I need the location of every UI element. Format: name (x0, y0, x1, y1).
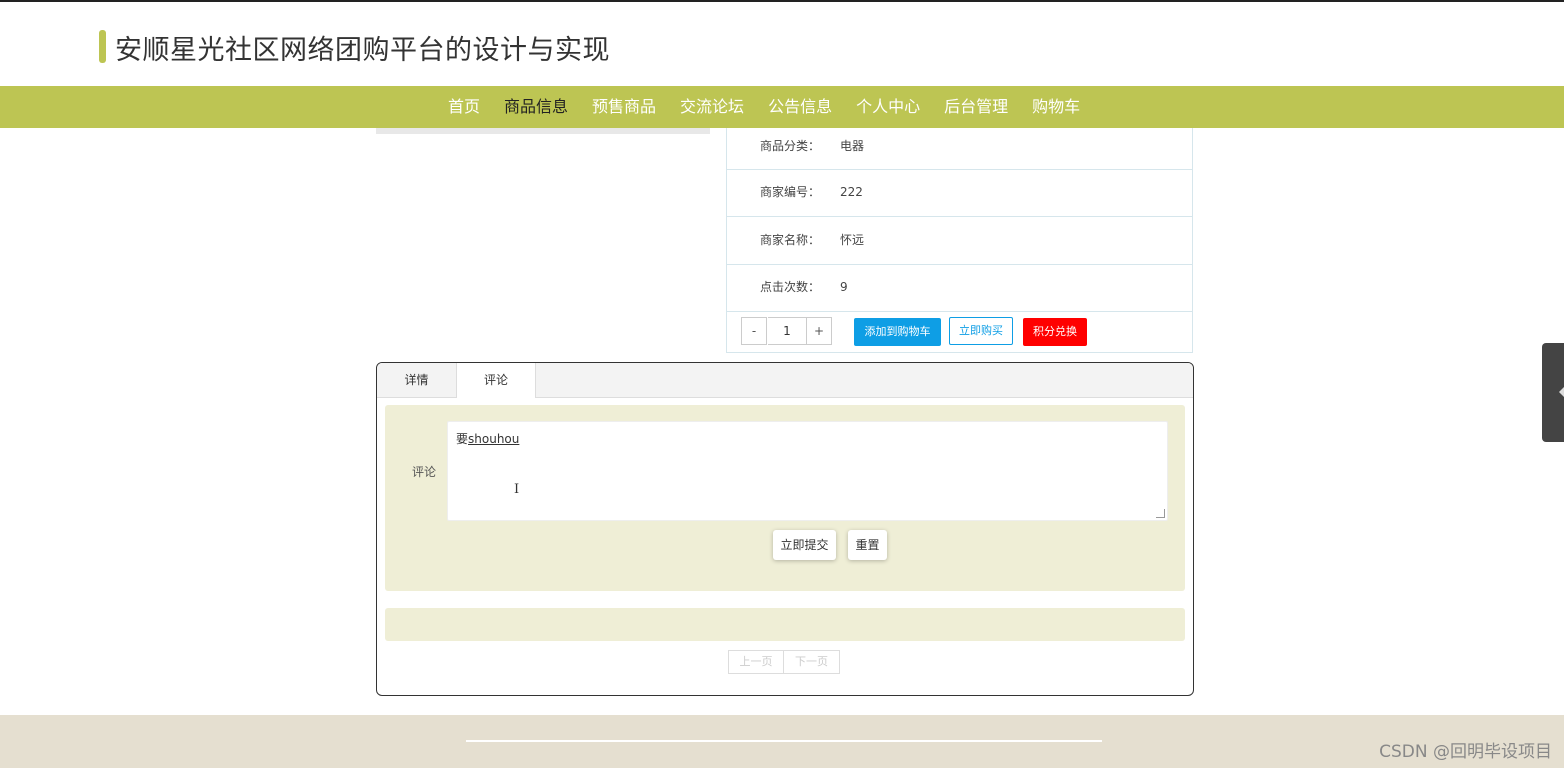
text-cursor-icon: I (514, 482, 520, 497)
resize-grip-icon[interactable] (1156, 509, 1165, 518)
comment-typed-text: 要 (456, 432, 469, 446)
comment-list (385, 608, 1185, 641)
chevron-left-icon (1559, 387, 1564, 397)
nav-item-profile[interactable]: 个人中心 (844, 86, 932, 128)
footer: CSDN @回明毕设项目 (0, 715, 1564, 768)
info-value: 222 (840, 185, 863, 199)
quantity-input[interactable]: 1 (768, 317, 806, 345)
info-value: 电器 (840, 139, 865, 153)
footer-divider (466, 740, 1102, 742)
nav-item-cart[interactable]: 购物车 (1020, 86, 1092, 128)
watermark: CSDN @回明毕设项目 (1379, 742, 1552, 762)
nav-item-announcements[interactable]: 公告信息 (756, 86, 844, 128)
prev-page-button[interactable]: 上一页 (728, 650, 784, 674)
product-info-table: 商品分类： 电器 商家编号： 222 商家名称： 怀远 点击次数： 9 - 1 … (726, 128, 1193, 353)
purchase-controls: - 1 + 添加到购物车 立即购买 积分兑换 (727, 312, 1192, 352)
points-exchange-button[interactable]: 积分兑换 (1023, 318, 1087, 346)
info-row-merchant-name: 商家名称： 怀远 (727, 217, 1192, 265)
next-page-button[interactable]: 下一页 (784, 650, 840, 674)
quantity-increase-button[interactable]: + (806, 317, 832, 345)
submit-comment-button[interactable]: 立即提交 (773, 530, 836, 560)
info-label: 点击次数： (760, 280, 821, 294)
comment-label: 评论 (412, 465, 437, 479)
info-row-category: 商品分类： 电器 (727, 128, 1192, 170)
nav-item-presale[interactable]: 预售商品 (580, 86, 668, 128)
info-value: 9 (840, 280, 848, 294)
info-row-merchant-id: 商家编号： 222 (727, 169, 1192, 217)
side-panel-toggle[interactable] (1542, 343, 1564, 442)
nav-item-home[interactable]: 首页 (436, 86, 492, 128)
add-to-cart-button[interactable]: 添加到购物车 (854, 318, 941, 346)
detail-tab-panel: 详情 评论 评论 要shouhou I 立即提交 重置 上一页 下一页 (376, 362, 1194, 696)
main-nav: 首页 商品信息 预售商品 交流论坛 公告信息 个人中心 后台管理 购物车 (0, 86, 1564, 128)
nav-item-admin[interactable]: 后台管理 (932, 86, 1020, 128)
tab-comments[interactable]: 评论 (456, 363, 536, 398)
product-image-bottom (376, 128, 710, 134)
tab-bar: 详情 评论 (377, 363, 1193, 398)
site-title: 安顺星光社区网络团购平台的设计与实现 (115, 35, 610, 66)
info-value: 怀远 (840, 233, 865, 247)
info-label: 商家编号： (760, 185, 821, 199)
quantity-decrease-button[interactable]: - (741, 317, 767, 345)
buy-now-button[interactable]: 立即购买 (949, 317, 1013, 345)
comment-form: 评论 要shouhou I 立即提交 重置 (385, 405, 1185, 591)
info-label: 商品分类： (760, 139, 821, 153)
header: 安顺星光社区网络团购平台的设计与实现 (0, 2, 1564, 86)
info-row-click-count: 点击次数： 9 (727, 264, 1192, 312)
ime-composition-text: shouhou (468, 432, 520, 446)
nav-item-forum[interactable]: 交流论坛 (668, 86, 756, 128)
info-label: 商家名称： (760, 233, 821, 247)
reset-button[interactable]: 重置 (848, 530, 887, 560)
tab-details[interactable]: 详情 (377, 363, 456, 398)
nav-item-products[interactable]: 商品信息 (492, 86, 580, 128)
pagination: 上一页 下一页 (728, 650, 840, 674)
comment-textarea[interactable]: 要shouhou (447, 421, 1168, 521)
title-accent-bar (99, 30, 106, 63)
